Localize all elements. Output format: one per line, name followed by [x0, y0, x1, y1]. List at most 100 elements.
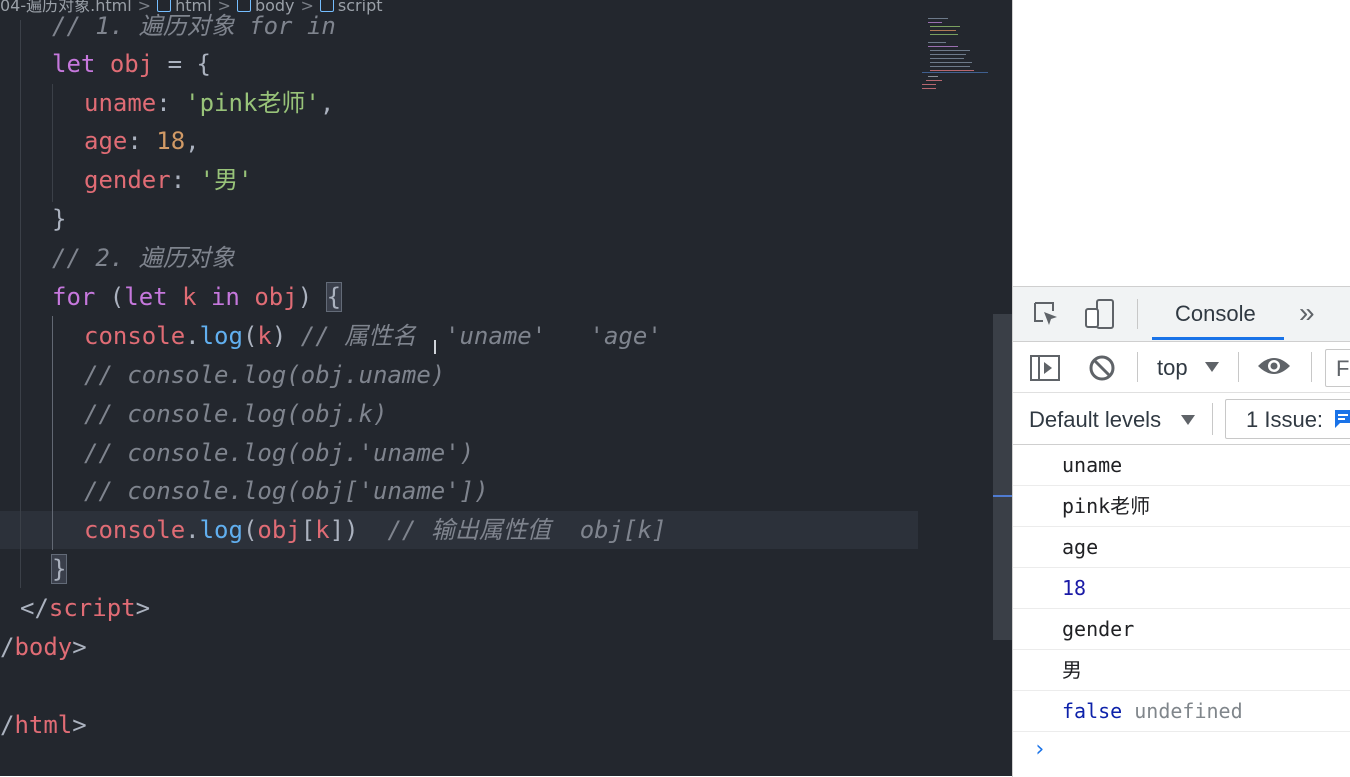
code-line: } [52, 200, 66, 238]
log-text: pink老师 [1062, 494, 1151, 518]
filter-input[interactable]: Fi [1325, 349, 1350, 387]
issues-count: 1 Issue: [1246, 407, 1324, 432]
close-brace: } [50, 554, 68, 584]
code-line: let obj = { [52, 45, 211, 83]
console-message: false undefined [1013, 691, 1350, 732]
code-comment: // 2. 遍历对象 [52, 244, 235, 272]
tab-separator [1137, 299, 1138, 329]
code-tag: script [48, 594, 136, 622]
code-line: // 2. 遍历对象 [52, 239, 235, 277]
code-line: console.log(k) // 属性名 'uname' 'age' [84, 322, 662, 350]
code-punct: = { [153, 50, 211, 78]
code-key: age [84, 127, 128, 155]
log-levels-dropdown[interactable]: Default levels [1029, 407, 1161, 433]
message-icon [1335, 410, 1350, 428]
eye-icon[interactable] [1257, 354, 1291, 378]
code-tag: html [14, 711, 73, 739]
code-string: 'pink老师' [185, 89, 320, 117]
issues-button[interactable]: 1 Issue: [1225, 399, 1350, 439]
text-cursor-icon [434, 340, 436, 354]
code-comment: // console.log(obj['uname']) [84, 477, 489, 505]
toolbar-separator [1238, 352, 1239, 382]
code-keyword: let [124, 283, 168, 311]
tab-console[interactable]: Console [1175, 301, 1256, 327]
code-line: console.log(obj[k]) // 输出属性值 obj[k] [84, 516, 667, 544]
code-comment: // console.log(obj.uname) [84, 361, 446, 389]
code-variable: obj [257, 516, 301, 544]
code-variable: k [315, 516, 330, 544]
code-string: '男' [199, 166, 253, 194]
code-variable: k [182, 283, 197, 311]
code-line: /body> [0, 633, 87, 661]
console-prompt-icon[interactable]: › [1033, 737, 1046, 762]
code-number: 18 [156, 127, 186, 155]
code-variable: k [257, 322, 272, 350]
code-comment: // 1. 遍历对象 for in [52, 12, 336, 40]
console-message: uname [1013, 445, 1350, 486]
clear-console-icon[interactable] [1088, 354, 1116, 382]
scroll-position-marker [993, 495, 1012, 497]
code-object: console [84, 516, 186, 544]
more-tabs-button[interactable]: » [1299, 297, 1315, 329]
code-variable: obj [254, 283, 298, 311]
code-comment: // console.log(obj.'uname') [84, 439, 475, 467]
console-message: gender [1013, 609, 1350, 650]
code-line: // console.log(obj['uname']) [84, 472, 489, 510]
code-line: gender: '男' [84, 166, 253, 194]
indent-guide [20, 20, 21, 588]
code-comment: // 属性名 'uname' 'age' [300, 322, 662, 350]
code-line: </script> [20, 594, 151, 622]
code-line: uname: 'pink老师', [84, 89, 335, 117]
console-output: uname pink老师 age 18 gender 男 false undef… [1013, 445, 1350, 732]
code-editor[interactable]: 04-遍历对象.html > html > body > script // 1. 遍历对象… [0, 0, 1012, 776]
code-line: // 1. 遍历对象 for in [52, 7, 336, 45]
sidebar-toggle-icon[interactable] [1029, 354, 1061, 382]
device-toolbar-icon[interactable] [1083, 297, 1117, 331]
code-function: log [199, 322, 243, 350]
code-line: for (let k in obj) { [52, 282, 343, 312]
log-number: 18 [1062, 576, 1087, 600]
code-key: uname [84, 89, 157, 117]
log-text: 男 [1062, 658, 1082, 682]
indent-guide [52, 84, 53, 202]
indent-guide-active [52, 316, 53, 550]
code-line: } [50, 550, 68, 588]
code-line: // console.log(obj.k) [84, 395, 387, 433]
console-message: pink老师 [1013, 486, 1350, 527]
code-key: gender [84, 166, 171, 194]
inspect-element-icon[interactable] [1031, 299, 1061, 329]
code-line: // console.log(obj.'uname') [84, 434, 474, 472]
code-keyword: let [52, 50, 96, 78]
filter-placeholder: Fi [1336, 356, 1350, 381]
scrollbar-thumb[interactable] [993, 314, 1012, 640]
breadcrumb-script[interactable]: script [338, 0, 383, 15]
code-line: /html> [0, 711, 87, 739]
code-tag: body [14, 633, 73, 661]
toolbar-separator [1137, 352, 1138, 382]
code-line: // console.log(obj.uname) [84, 356, 445, 394]
code-keyword: in [210, 283, 240, 311]
devtools-tab-bar: Console » [1013, 287, 1350, 342]
toolbar-separator [1212, 403, 1213, 435]
chevron-down-icon[interactable] [1180, 413, 1196, 427]
log-undefined: undefined [1134, 699, 1243, 723]
log-text: uname [1062, 453, 1123, 477]
code-line: age: 18, [84, 127, 200, 155]
console-toolbar: top Fi [1013, 342, 1350, 393]
console-message: 男 [1013, 650, 1350, 691]
code-object: console [84, 322, 186, 350]
open-brace: { [325, 282, 343, 312]
code-keyword: for [52, 283, 96, 311]
context-selector[interactable]: top [1157, 355, 1188, 381]
console-levels-bar: Default levels 1 Issue: [1013, 393, 1350, 445]
toolbar-separator [1311, 352, 1312, 382]
chevron-down-icon[interactable] [1204, 360, 1220, 374]
page-preview [1012, 0, 1350, 286]
code-function: log [199, 516, 243, 544]
log-text: age [1062, 535, 1099, 559]
console-message: age [1013, 527, 1350, 568]
tab-console-underline [1152, 337, 1284, 340]
log-boolean: false [1062, 699, 1123, 723]
console-message: 18 [1013, 568, 1350, 609]
minimap[interactable] [922, 14, 992, 104]
